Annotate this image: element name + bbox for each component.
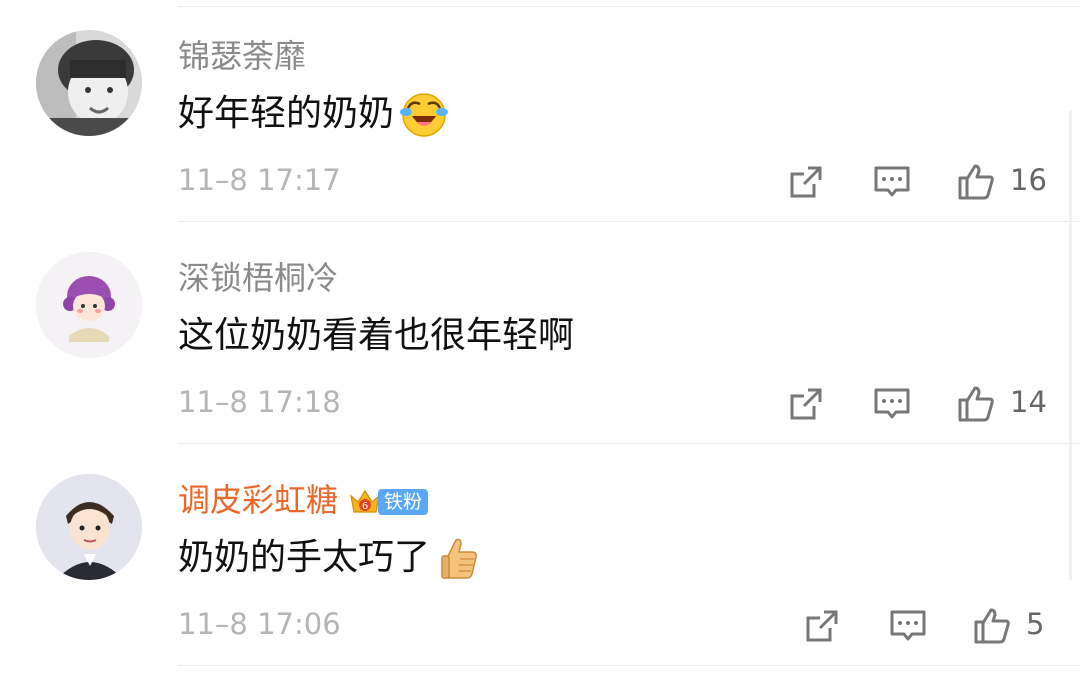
timestamp: 11–8 17:18: [178, 385, 341, 419]
thumbs-up-emoji-icon: [434, 532, 486, 584]
timestamp: 11–8 17:17: [178, 163, 341, 197]
comment-text: 好年轻的奶奶: [178, 86, 450, 142]
username[interactable]: 深锁梧桐冷: [178, 256, 338, 300]
timestamp: 11–8 17:06: [178, 607, 341, 641]
comment-item: 调皮彩虹糖 6 铁粉 奶奶的手太巧了 11–8 17:06 5: [0, 444, 1080, 666]
share-icon[interactable]: [786, 384, 826, 424]
fan-badge[interactable]: 6 铁粉: [348, 486, 429, 518]
avatar[interactable]: [36, 474, 142, 580]
share-icon[interactable]: [786, 162, 826, 202]
comment-item: 锦瑟荼靡 好年轻的奶奶 11–8 17:17 16: [0, 0, 1080, 222]
comment-text-label: 这位奶奶看着也很年轻啊: [178, 315, 575, 356]
avatar[interactable]: [36, 252, 142, 358]
comment-item: 深锁梧桐冷 这位奶奶看着也很年轻啊 11–8 17:18 14: [0, 222, 1080, 444]
comment-text-label: 好年轻的奶奶: [178, 93, 395, 134]
comment-text: 奶奶的手太巧了: [178, 530, 486, 586]
crown-badge-icon: 6: [350, 489, 380, 513]
comment-text: 这位奶奶看着也很年轻啊: [178, 308, 574, 364]
comment-text-label: 奶奶的手太巧了: [178, 537, 431, 578]
share-icon[interactable]: [802, 606, 842, 646]
badge-level: 6: [362, 501, 368, 512]
username[interactable]: 调皮彩虹糖: [178, 478, 338, 522]
like-count: 5: [1026, 607, 1045, 641]
reply-icon[interactable]: [872, 162, 912, 202]
reply-icon[interactable]: [872, 384, 912, 424]
badge-label: 铁粉: [378, 489, 429, 515]
avatar[interactable]: [36, 30, 142, 136]
divider: [178, 665, 1080, 666]
username[interactable]: 锦瑟荼靡: [178, 34, 306, 78]
like-icon[interactable]: [972, 606, 1012, 646]
reply-icon[interactable]: [888, 606, 928, 646]
like-icon[interactable]: [956, 384, 996, 424]
crying-laughing-emoji-icon: [398, 88, 450, 140]
like-count: 16: [1010, 163, 1047, 197]
like-icon[interactable]: [956, 162, 996, 202]
like-count: 14: [1010, 385, 1047, 419]
